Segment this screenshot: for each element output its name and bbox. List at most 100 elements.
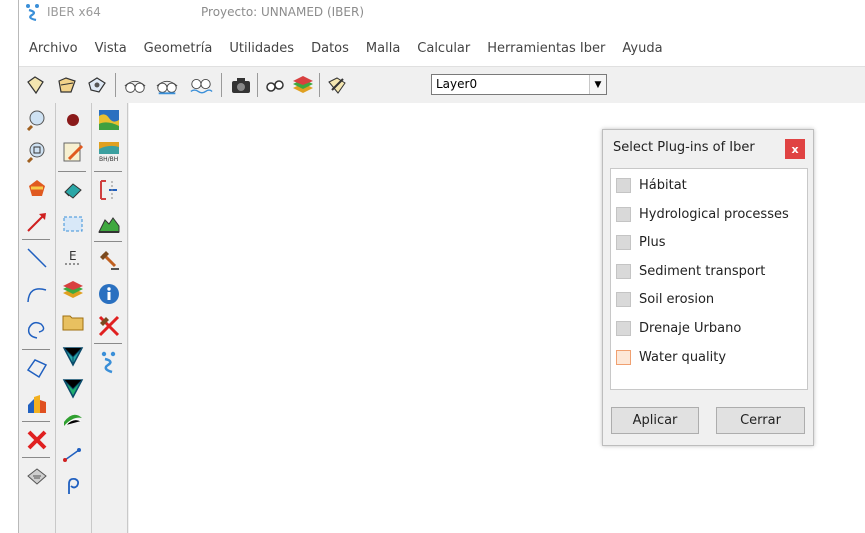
edit-pencil-icon[interactable]: [60, 139, 86, 165]
pointer-arrow-icon[interactable]: [24, 209, 50, 235]
plugin-habitat[interactable]: Hábitat: [611, 175, 807, 195]
layer-select[interactable]: Layer0 ▼: [431, 74, 607, 95]
plugin-checkbox[interactable]: [616, 177, 631, 193]
plugin-checkbox[interactable]: [616, 263, 631, 279]
app-name: IBER x64: [47, 5, 101, 19]
mesh-tri-icon[interactable]: [60, 343, 86, 369]
surface-icon[interactable]: [24, 391, 50, 417]
plugin-label: Soil erosion: [639, 291, 715, 307]
plugin-plus[interactable]: Plus: [611, 232, 807, 252]
plugin-checkbox[interactable]: [616, 291, 631, 307]
left-toolbar-separator: [94, 343, 122, 344]
dialog-title: Select Plug-ins of Iber: [613, 140, 755, 155]
layers-icon[interactable]: [291, 73, 315, 97]
menu-herramientas-iber[interactable]: Herramientas Iber: [487, 38, 613, 60]
menu-utilidades[interactable]: Utilidades: [229, 38, 302, 60]
left-toolbar-separator: [58, 171, 86, 172]
chevron-down-icon[interactable]: ▼: [589, 75, 606, 94]
plugins-list: Hábitat Hydrological processes Plus Sedi…: [610, 168, 808, 390]
menu-malla[interactable]: Malla: [366, 38, 408, 60]
plugin-label: Water quality: [639, 349, 727, 365]
hammer-cross-icon[interactable]: [96, 313, 122, 339]
render-glasses-icon[interactable]: [189, 73, 213, 97]
menu-archivo[interactable]: Archivo: [29, 38, 86, 60]
hill-profile-icon[interactable]: [96, 211, 122, 237]
new-file-icon[interactable]: [23, 73, 47, 97]
svg-text:E: E: [69, 249, 77, 263]
left-toolbar-separator: [94, 241, 122, 242]
plugin-drenaje-urbano[interactable]: Drenaje Urbano: [611, 318, 807, 338]
list-icon[interactable]: [24, 463, 50, 489]
plugin-checkbox[interactable]: [616, 320, 631, 336]
layers-stack-icon[interactable]: [60, 277, 86, 303]
iber-app-icon: [26, 4, 39, 21]
polygon-icon[interactable]: [24, 355, 50, 381]
menu-vista[interactable]: Vista: [95, 38, 135, 60]
hammer-icon[interactable]: [96, 247, 122, 273]
zoom-frame-icon[interactable]: [24, 139, 50, 165]
plugin-sediment-transport[interactable]: Sediment transport: [611, 261, 807, 281]
left-toolbar-separator: [94, 171, 122, 172]
zoom-icon[interactable]: [24, 107, 50, 133]
close-button[interactable]: Cerrar: [716, 407, 805, 434]
plugin-water-quality[interactable]: Water quality: [611, 347, 807, 367]
loop-icon[interactable]: [60, 473, 86, 499]
map-terrain-icon[interactable]: [96, 107, 122, 133]
left-toolbar-separator: [22, 239, 50, 240]
folder-icon[interactable]: [60, 309, 86, 335]
mesh-tri2-icon[interactable]: [60, 375, 86, 401]
menu-datos[interactable]: Datos: [311, 38, 357, 60]
plugin-label: Sediment transport: [639, 263, 766, 279]
plugin-checkbox[interactable]: [616, 234, 631, 250]
menu-geometria[interactable]: Geometría: [144, 38, 221, 60]
map-gradient-icon[interactable]: BH/BH: [96, 139, 122, 165]
plugin-label: Hydrological processes: [639, 206, 789, 222]
plugin-hydrological-processes[interactable]: Hydrological processes: [611, 204, 807, 224]
main-toolbar: Layer0 ▼: [19, 66, 865, 104]
node-link-icon[interactable]: [60, 441, 86, 467]
eraser-icon[interactable]: [60, 177, 86, 203]
edit-icon[interactable]: [325, 73, 349, 97]
svg-text:BH/BH: BH/BH: [99, 156, 118, 163]
binoculars-icon[interactable]: [263, 73, 287, 97]
delete-icon[interactable]: [24, 427, 50, 453]
zoom-in-glasses-icon[interactable]: [123, 73, 147, 97]
line-icon[interactable]: [24, 245, 50, 271]
menu-bar: Archivo Vista Geometría Utilidades Datos…: [19, 38, 865, 60]
menu-ayuda[interactable]: Ayuda: [622, 38, 670, 60]
menu-calcular[interactable]: Calcular: [417, 38, 478, 60]
left-toolbar-separator: [22, 349, 50, 350]
left-toolbar-col-3: BH/BH: [91, 103, 128, 533]
project-title: Proyecto: UNNAMED (IBER): [201, 5, 365, 19]
camera-icon[interactable]: [229, 73, 253, 97]
text-e-icon[interactable]: E: [60, 243, 86, 269]
left-toolbar-col-1: [19, 103, 56, 533]
point-icon[interactable]: [60, 107, 86, 133]
plugin-label: Drenaje Urbano: [639, 320, 742, 336]
plugin-label: Hábitat: [639, 177, 687, 193]
toolbar-separator: [221, 73, 222, 97]
rotate-icon[interactable]: [24, 175, 50, 201]
info-icon[interactable]: [96, 281, 122, 307]
arc-icon[interactable]: [24, 281, 50, 307]
left-toolbar: E BH/BH: [19, 103, 129, 533]
select-plugins-dialog: Select Plug-ins of Iber x Hábitat Hydrol…: [602, 129, 814, 446]
iber-logo-icon[interactable]: [96, 349, 122, 375]
apply-button[interactable]: Aplicar: [611, 407, 699, 434]
plugin-checkbox[interactable]: [616, 349, 631, 365]
left-toolbar-separator: [22, 421, 50, 422]
left-toolbar-separator: [22, 457, 50, 458]
select-box-icon[interactable]: [60, 211, 86, 237]
open-folder-icon[interactable]: [55, 73, 79, 97]
plugin-soil-erosion[interactable]: Soil erosion: [611, 289, 807, 309]
save-icon[interactable]: [85, 73, 109, 97]
close-icon[interactable]: x: [785, 139, 805, 159]
zoom-out-glasses-icon[interactable]: [155, 73, 179, 97]
toolbar-separator: [115, 73, 116, 97]
toolbar-separator: [319, 73, 320, 97]
plugin-checkbox[interactable]: [616, 206, 631, 222]
curve-icon[interactable]: [24, 317, 50, 343]
surface-green-icon[interactable]: [60, 407, 86, 433]
bracket-icon[interactable]: [96, 177, 122, 203]
title-bar: IBER x64 Proyecto: UNNAMED (IBER): [19, 0, 865, 24]
